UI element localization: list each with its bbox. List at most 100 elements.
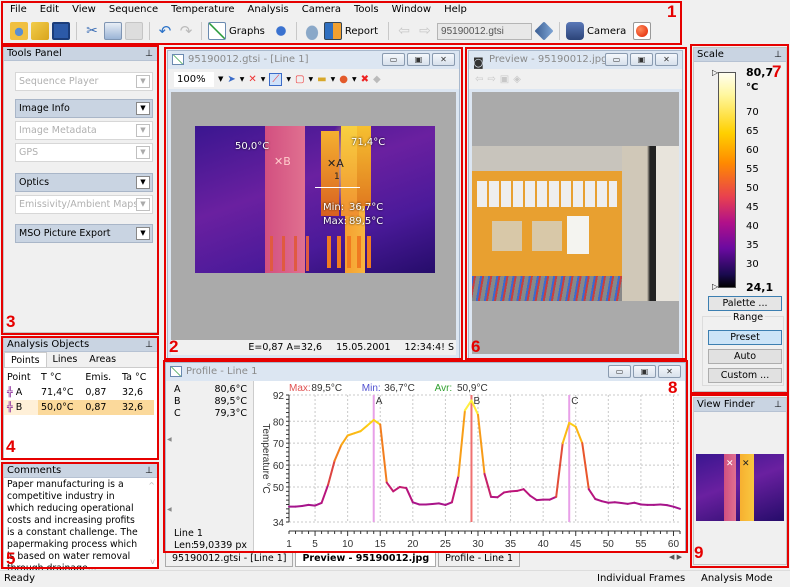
table-row[interactable]: ╬ A 71,4°C 0,87 32,6 bbox=[4, 385, 154, 400]
chevron-down-icon[interactable]: ▼ bbox=[136, 102, 150, 115]
tool-optics[interactable]: Optics ▼ bbox=[15, 173, 153, 192]
col-ta[interactable]: Ta °C bbox=[119, 370, 154, 385]
tab-lines[interactable]: Lines bbox=[47, 352, 84, 367]
cut-icon[interactable]: ✂ bbox=[83, 22, 101, 40]
palette-button[interactable]: Palette ... bbox=[708, 296, 782, 311]
pin-icon[interactable]: ⊥ bbox=[145, 338, 153, 352]
open-folder-icon[interactable] bbox=[31, 22, 49, 40]
line-tool-icon[interactable]: ⟋ bbox=[269, 72, 283, 86]
print-icon[interactable] bbox=[302, 22, 321, 40]
open-search-icon[interactable] bbox=[10, 22, 28, 40]
report-icon[interactable] bbox=[323, 22, 342, 40]
status-analysis-mode[interactable]: Analysis Mode bbox=[701, 573, 773, 584]
profile-segment bbox=[444, 501, 453, 506]
back-icon: ⇦ bbox=[398, 23, 410, 39]
thermal-window-title: 95190012.gtsi - [Line 1] ▭ ▣ ✕ bbox=[168, 51, 459, 69]
collapse-icon[interactable]: ◀ bbox=[167, 506, 172, 513]
status-individual-frames[interactable]: Individual Frames bbox=[597, 573, 685, 584]
pin-tool-icon[interactable]: ● bbox=[339, 74, 348, 85]
tab-scroll-icon[interactable]: ◀ ▶ bbox=[669, 553, 686, 567]
menu-edit[interactable]: Edit bbox=[40, 4, 59, 15]
maximize-icon[interactable]: ▣ bbox=[630, 53, 653, 66]
close-icon[interactable]: ✕ bbox=[658, 365, 681, 378]
point-a-label: A bbox=[336, 157, 344, 170]
point-a-marker[interactable]: ✕A bbox=[327, 157, 344, 170]
menu-help[interactable]: Help bbox=[444, 4, 467, 15]
tools-panel-title: Tools Panel bbox=[7, 48, 62, 59]
minimize-icon[interactable]: ▭ bbox=[608, 365, 631, 378]
col-point[interactable]: Point bbox=[4, 370, 38, 385]
col-emis[interactable]: Emis. bbox=[82, 370, 119, 385]
file-name-field[interactable] bbox=[437, 22, 533, 40]
zoom-select[interactable]: 100% bbox=[174, 71, 214, 87]
view-finder-thumbnail[interactable]: ✕ ✕ bbox=[696, 454, 784, 521]
scale-min-handle-icon[interactable]: ▷ bbox=[712, 282, 718, 291]
color-scale-bar[interactable] bbox=[718, 72, 736, 288]
scale-max-handle-icon[interactable]: ▷ bbox=[712, 68, 718, 77]
camera-icon[interactable] bbox=[566, 22, 585, 40]
doc-tab-preview[interactable]: Preview - 95190012.jpg bbox=[295, 553, 437, 567]
graphs-icon[interactable] bbox=[208, 22, 226, 40]
tool-label: Image Metadata bbox=[19, 125, 97, 136]
doc-tab-profile[interactable]: Profile - Line 1 bbox=[438, 553, 521, 567]
menu-camera[interactable]: Camera bbox=[302, 4, 341, 15]
comments-text[interactable]: Paper manufacturing is a competitive ind… bbox=[4, 478, 144, 576]
area-tool-icon[interactable]: ▢ bbox=[295, 74, 304, 85]
undo-icon[interactable]: ↶ bbox=[156, 22, 174, 40]
tool-image-info[interactable]: Image Info ▼ bbox=[15, 99, 153, 118]
pin-icon[interactable]: ⊥ bbox=[145, 464, 153, 478]
tab-areas[interactable]: Areas bbox=[83, 352, 122, 367]
range-preset-button[interactable]: Preset bbox=[708, 330, 782, 345]
profile-segment bbox=[600, 500, 610, 504]
tab-points[interactable]: Points bbox=[4, 352, 47, 367]
thermal-image-canvas[interactable]: 50,0°C ✕B 71,4°C ✕A 1 Min: 36,7°C Max: 8… bbox=[171, 92, 456, 340]
pin-icon[interactable]: ⊥ bbox=[145, 47, 153, 61]
pin-icon[interactable]: ⊥ bbox=[774, 48, 782, 62]
window-controls: ▭ ▣ ✕ bbox=[605, 53, 678, 66]
report-button[interactable]: Report bbox=[345, 26, 378, 37]
x-tick-label: 35 bbox=[505, 539, 517, 550]
chevron-down-icon[interactable]: ▼ bbox=[136, 176, 150, 189]
film-icon[interactable] bbox=[534, 21, 554, 41]
chevron-down-icon[interactable]: ▼ bbox=[218, 75, 223, 83]
close-icon[interactable]: ✕ bbox=[655, 53, 678, 66]
collapse-icon[interactable]: ◀ bbox=[167, 436, 172, 443]
range-custom-button[interactable]: Custom ... bbox=[708, 368, 782, 383]
maximize-icon[interactable]: ▣ bbox=[407, 53, 430, 66]
col-temp[interactable]: T °C bbox=[38, 370, 82, 385]
range-auto-button[interactable]: Auto bbox=[708, 349, 782, 364]
doc-tab-thermal[interactable]: 95190012.gtsi - [Line 1] bbox=[165, 553, 294, 567]
minimize-icon[interactable]: ▭ bbox=[382, 53, 405, 66]
record-icon[interactable] bbox=[633, 22, 652, 40]
point-b-marker[interactable]: ✕B bbox=[274, 155, 291, 168]
delete-icon[interactable]: ✖ bbox=[361, 74, 369, 85]
menu-temperature[interactable]: Temperature bbox=[171, 4, 234, 15]
maximize-icon[interactable]: ▣ bbox=[633, 365, 656, 378]
menu-analysis[interactable]: Analysis bbox=[248, 4, 289, 15]
menu-bar: File Edit View Sequence Temperature Anal… bbox=[0, 0, 680, 19]
menu-file[interactable]: File bbox=[10, 4, 27, 15]
camera-button[interactable]: Camera bbox=[587, 26, 626, 37]
tool-mso-picture-export[interactable]: MSO Picture Export ▼ bbox=[15, 224, 153, 243]
3d-icon[interactable] bbox=[271, 22, 290, 40]
profile-line[interactable] bbox=[315, 187, 360, 188]
ruler-tool-icon[interactable]: ▬ bbox=[317, 74, 326, 85]
table-row[interactable]: ╬ B 50,0°C 0,87 32,6 bbox=[4, 400, 154, 415]
menu-sequence[interactable]: Sequence bbox=[109, 4, 158, 15]
scroll-down-icon[interactable]: v bbox=[150, 557, 155, 566]
pin-icon[interactable]: ⊥ bbox=[774, 398, 782, 412]
menu-window[interactable]: Window bbox=[392, 4, 431, 15]
chevron-down-icon[interactable]: ▼ bbox=[136, 227, 150, 240]
point-tool-icon[interactable]: ✕ bbox=[248, 74, 256, 85]
menu-tools[interactable]: Tools bbox=[354, 4, 379, 15]
profile-chart[interactable]: Max: 89,5°C Min: 36,7°C Avr: 50,9°C1 5 10 1… bbox=[255, 381, 685, 566]
save-icon[interactable] bbox=[52, 22, 70, 40]
pointer-tool-icon[interactable]: ➤ bbox=[227, 74, 235, 85]
copy-icon[interactable] bbox=[104, 22, 122, 40]
scroll-up-icon[interactable]: ^ bbox=[148, 481, 155, 490]
close-icon[interactable]: ✕ bbox=[432, 53, 455, 66]
minimize-icon[interactable]: ▭ bbox=[605, 53, 628, 66]
preview-canvas[interactable] bbox=[472, 92, 679, 354]
menu-view[interactable]: View bbox=[72, 4, 96, 15]
graphs-button[interactable]: Graphs bbox=[229, 26, 265, 37]
